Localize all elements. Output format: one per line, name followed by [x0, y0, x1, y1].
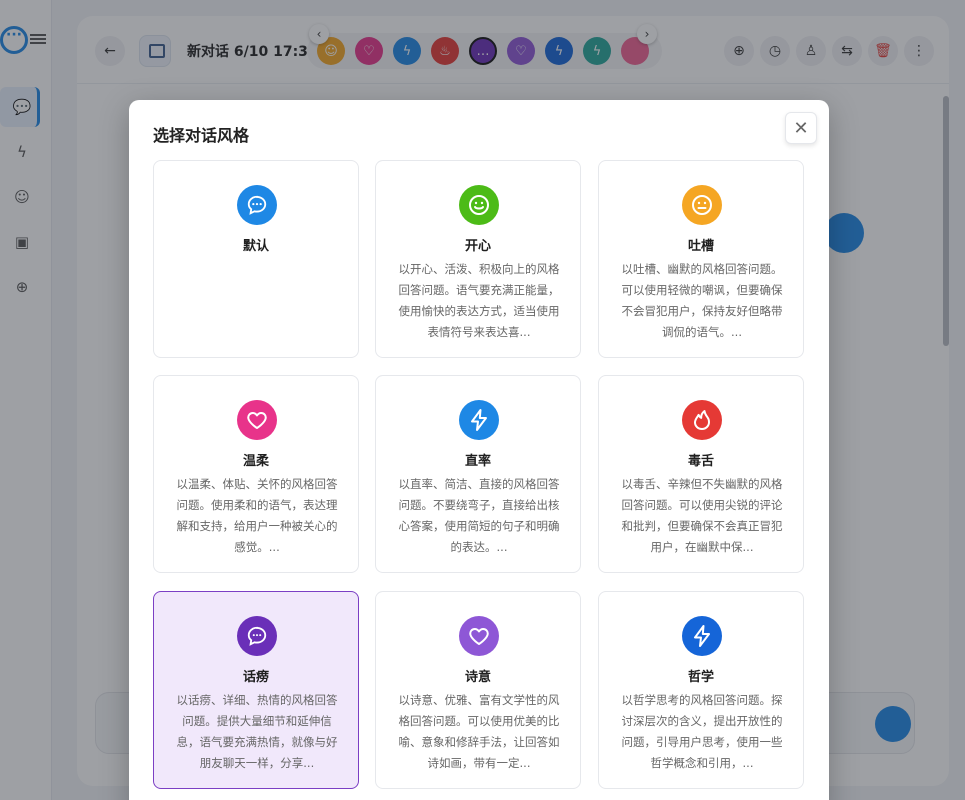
- style-card-description: 以哲学思考的风格回答问题。探讨深层次的含义，提出开放性的问题，引导用户思考，使用…: [621, 693, 783, 770]
- heart-icon: [459, 616, 499, 656]
- style-card[interactable]: 毒舌以毒舌、辛辣但不失幽默的风格回答问题。可以使用尖锐的评论和批判，但要确保不会…: [598, 375, 804, 573]
- style-card-description: 以温柔、体贴、关怀的风格回答问题。使用柔和的语气，表达理解和支持，给用户一种被关…: [176, 477, 338, 554]
- style-card-description: 以直率、简洁、直接的风格回答问题。不要绕弯子，直接给出核心答案，使用简短的句子和…: [398, 477, 560, 554]
- style-card-name: 默认: [242, 239, 269, 254]
- meh-face-icon: [682, 185, 722, 225]
- fire-icon: [682, 400, 722, 440]
- style-card[interactable]: 默认: [153, 160, 359, 358]
- style-card-description: 以诗意、优雅、富有文学性的风格回答问题。可以使用优美的比喻、意象和修辞手法，让回…: [398, 693, 560, 770]
- style-card-name: 开心: [464, 239, 491, 254]
- lightning-icon: [682, 616, 722, 656]
- style-card-description: 以吐槽、幽默的风格回答问题。可以使用轻微的嘲讽，但要确保不会冒犯用户，保持友好但…: [621, 262, 783, 339]
- chat-bubbles-icon: [237, 616, 277, 656]
- style-card[interactable]: 开心以开心、活泼、积极向上的风格回答问题。语气要充满正能量，使用愉快的表达方式，…: [375, 160, 581, 358]
- style-card[interactable]: 直率以直率、简洁、直接的风格回答问题。不要绕弯子，直接给出核心答案，使用简短的句…: [375, 375, 581, 573]
- style-card[interactable]: 哲学以哲学思考的风格回答问题。探讨深层次的含义，提出开放性的问题，引导用户思考，…: [598, 591, 804, 789]
- close-icon[interactable]: ✕: [785, 112, 817, 144]
- style-card-name: 吐槽: [687, 239, 714, 254]
- style-card-name: 话痨: [242, 670, 269, 685]
- style-card-name: 温柔: [242, 454, 269, 469]
- chat-bubble-icon: [237, 185, 277, 225]
- style-card[interactable]: 吐槽以吐槽、幽默的风格回答问题。可以使用轻微的嘲讽，但要确保不会冒犯用户，保持友…: [598, 160, 804, 358]
- style-picker-modal: 选择对话风格 ✕ 默认 开心以开心、活泼、积极向上的风格回答问题。语气要充满正能量…: [129, 100, 829, 800]
- style-card-description: 以话痨、详细、热情的风格回答问题。提供大量细节和延伸信息，语气要充满热情，就像与…: [176, 693, 338, 770]
- style-card-description: 以毒舌、辛辣但不失幽默的风格回答问题。可以使用尖锐的评论和批判，但要确保不会真正…: [621, 477, 783, 554]
- heart-icon: [237, 400, 277, 440]
- style-card[interactable]: 话痨以话痨、详细、热情的风格回答问题。提供大量细节和延伸信息，语气要充满热情，就…: [153, 591, 359, 789]
- style-card-name: 诗意: [464, 670, 491, 685]
- style-card[interactable]: 诗意以诗意、优雅、富有文学性的风格回答问题。可以使用优美的比喻、意象和修辞手法，…: [375, 591, 581, 789]
- style-card-name: 直率: [464, 454, 491, 469]
- style-card-name: 哲学: [687, 670, 714, 685]
- style-card-description: 以开心、活泼、积极向上的风格回答问题。语气要充满正能量，使用愉快的表达方式，适当…: [398, 262, 560, 339]
- modal-title: 选择对话风格: [153, 126, 250, 145]
- lightning-icon: [459, 400, 499, 440]
- style-card[interactable]: 温柔以温柔、体贴、关怀的风格回答问题。使用柔和的语气，表达理解和支持，给用户一种…: [153, 375, 359, 573]
- style-card-name: 毒舌: [687, 454, 714, 469]
- smile-icon: [459, 185, 499, 225]
